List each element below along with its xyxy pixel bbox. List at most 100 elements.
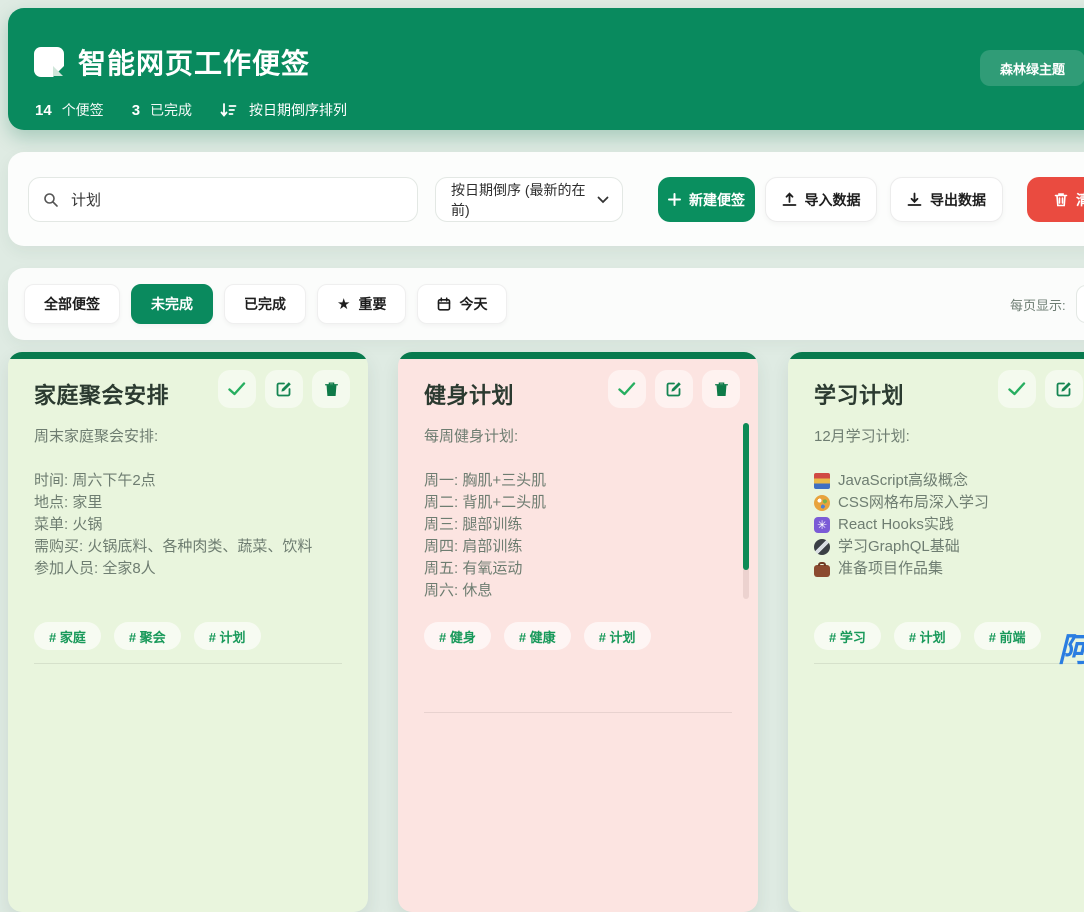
tag-pill[interactable]: # 健身 — [424, 622, 491, 650]
tag-pill[interactable]: # 计划 — [194, 622, 261, 650]
palette-icon — [814, 495, 830, 511]
import-data-label: 导入数据 — [805, 190, 861, 210]
toolbar: 按日期倒序 (最新的在前) 新建便签 导入数据 — [8, 152, 1084, 246]
sort-status-label: 按日期倒序排列 — [249, 100, 347, 120]
card-scrollbar-thumb[interactable] — [743, 423, 749, 570]
done-count: 3 — [132, 102, 140, 119]
study-item-label: 学习GraphQL基础 — [838, 536, 960, 558]
tag-pill[interactable]: # 前端 — [974, 622, 1041, 650]
tag-pill[interactable]: # 学习 — [814, 622, 881, 650]
tag-pill[interactable]: # 计划 — [584, 622, 651, 650]
export-data-button[interactable]: 导出数据 — [890, 177, 1003, 222]
upload-icon — [782, 192, 797, 207]
books-icon — [814, 473, 830, 489]
per-page-label: 每页显示: — [1010, 295, 1066, 314]
watermark: 阿影博客 AYBK.CN — [1058, 633, 1084, 680]
star-icon: ★ — [337, 297, 350, 312]
complete-note-button[interactable] — [218, 370, 256, 408]
sort-dropdown[interactable]: 按日期倒序 (最新的在前) — [435, 177, 623, 222]
filter-tab-important-label: 重要 — [358, 294, 386, 314]
note-count-label: 个便签 — [62, 100, 104, 120]
note-line: 每周健身计划: — [424, 426, 728, 448]
filter-tab-all[interactable]: 全部便签 — [24, 284, 120, 324]
briefcase-icon — [814, 565, 830, 577]
theme-button[interactable]: 森林绿主题 — [980, 50, 1084, 86]
clear-all-label: 清空所有 — [1076, 190, 1084, 210]
trash-icon — [1054, 192, 1068, 207]
card-accent-bar — [398, 352, 758, 359]
note-card-study: 学习计划 12月学习计划: JavaScript高级概念 — [788, 352, 1084, 912]
filter-tabs: 全部便签 未完成 已完成 ★ 重要 今天 — [24, 284, 507, 324]
tag-pill[interactable]: # 健康 — [504, 622, 571, 650]
note-line: 参加人员: 全家8人 — [34, 558, 338, 580]
done-count-label: 已完成 — [150, 100, 192, 120]
note-line: 周二: 背肌+二头肌 — [424, 492, 728, 514]
filter-tab-done[interactable]: 已完成 — [224, 284, 306, 324]
calendar-icon — [437, 297, 451, 311]
edit-note-button[interactable] — [1045, 370, 1083, 408]
note-count: 14 — [35, 102, 52, 119]
tag-pill[interactable]: # 家庭 — [34, 622, 101, 650]
note-body: 12月学习计划: JavaScript高级概念 CSS网格布局深入学习 Reac… — [814, 426, 1084, 622]
notes-grid: 家庭聚会安排 周末家庭聚会安排: 时间: 周六下午2点 地点: 家里 菜单: 火… — [8, 352, 1084, 912]
atom-icon — [814, 517, 830, 533]
note-actions — [608, 370, 740, 408]
filter-tab-undone[interactable]: 未完成 — [131, 284, 213, 324]
sort-dropdown-value: 按日期倒序 (最新的在前) — [451, 180, 597, 220]
study-item-label: CSS网格布局深入学习 — [838, 492, 989, 514]
note-line: 地点: 家里 — [34, 492, 338, 514]
card-divider — [34, 663, 342, 664]
title-row: 智能网页工作便签 — [34, 42, 310, 82]
per-page-control: 每页显示: 9 — [1010, 268, 1084, 340]
complete-note-button[interactable] — [998, 370, 1036, 408]
note-line: 周三: 腿部训练 — [424, 514, 728, 536]
clear-all-button[interactable]: 清空所有 — [1027, 177, 1084, 222]
download-icon — [907, 192, 922, 207]
note-line: 周末家庭聚会安排: — [34, 426, 338, 448]
tag-pill[interactable]: # 聚会 — [114, 622, 181, 650]
complete-note-button[interactable] — [608, 370, 646, 408]
note-line: 时间: 周六下午2点 — [34, 470, 338, 492]
app-title: 智能网页工作便签 — [78, 42, 310, 82]
plus-icon — [668, 193, 681, 206]
note-line: 周六: 休息 — [424, 580, 728, 602]
note-line: 周五: 有氧运动 — [424, 558, 728, 580]
note-line — [814, 448, 1084, 470]
search-icon — [43, 192, 59, 208]
export-data-label: 导出数据 — [930, 190, 986, 210]
stats-row: 14 个便签 3 已完成 按日期倒序排列 — [35, 100, 347, 120]
search-input[interactable] — [69, 190, 403, 209]
delete-note-button[interactable] — [702, 370, 740, 408]
note-line: 需购买: 火锅底料、各种肉类、蔬菜、饮料 — [34, 536, 338, 558]
edit-note-button[interactable] — [655, 370, 693, 408]
card-accent-bar — [788, 352, 1084, 359]
study-item-label: React Hooks实践 — [838, 514, 954, 536]
card-divider — [424, 712, 732, 713]
new-note-button[interactable]: 新建便签 — [658, 177, 755, 222]
study-item: 准备项目作品集 — [814, 558, 1084, 580]
note-tags: # 学习 # 计划 # 前端 — [814, 622, 1041, 650]
note-actions — [998, 370, 1084, 408]
note-line: 菜单: 火锅 — [34, 514, 338, 536]
note-line: 周四: 肩部训练 — [424, 536, 728, 558]
search-box[interactable] — [28, 177, 418, 222]
study-item: React Hooks实践 — [814, 514, 1084, 536]
per-page-select[interactable]: 9 — [1076, 285, 1084, 323]
note-line: 12月学习计划: — [814, 426, 1084, 448]
card-divider — [814, 663, 1084, 664]
note-actions — [218, 370, 350, 408]
edit-note-button[interactable] — [265, 370, 303, 408]
note-tags: # 家庭 # 聚会 # 计划 — [34, 622, 261, 650]
tag-pill[interactable]: # 计划 — [894, 622, 961, 650]
note-card-family: 家庭聚会安排 周末家庭聚会安排: 时间: 周六下午2点 地点: 家里 菜单: 火… — [8, 352, 368, 912]
filter-tab-today[interactable]: 今天 — [417, 284, 507, 324]
import-data-button[interactable]: 导入数据 — [765, 177, 877, 222]
delete-note-button[interactable] — [312, 370, 350, 408]
study-item-label: 准备项目作品集 — [838, 558, 943, 580]
note-line — [424, 448, 728, 470]
link-icon — [814, 539, 830, 555]
watermark-text-primary: 阿影 — [1058, 631, 1084, 668]
study-item: JavaScript高级概念 — [814, 470, 1084, 492]
filter-tab-important[interactable]: ★ 重要 — [317, 284, 406, 324]
note-icon — [34, 47, 64, 77]
